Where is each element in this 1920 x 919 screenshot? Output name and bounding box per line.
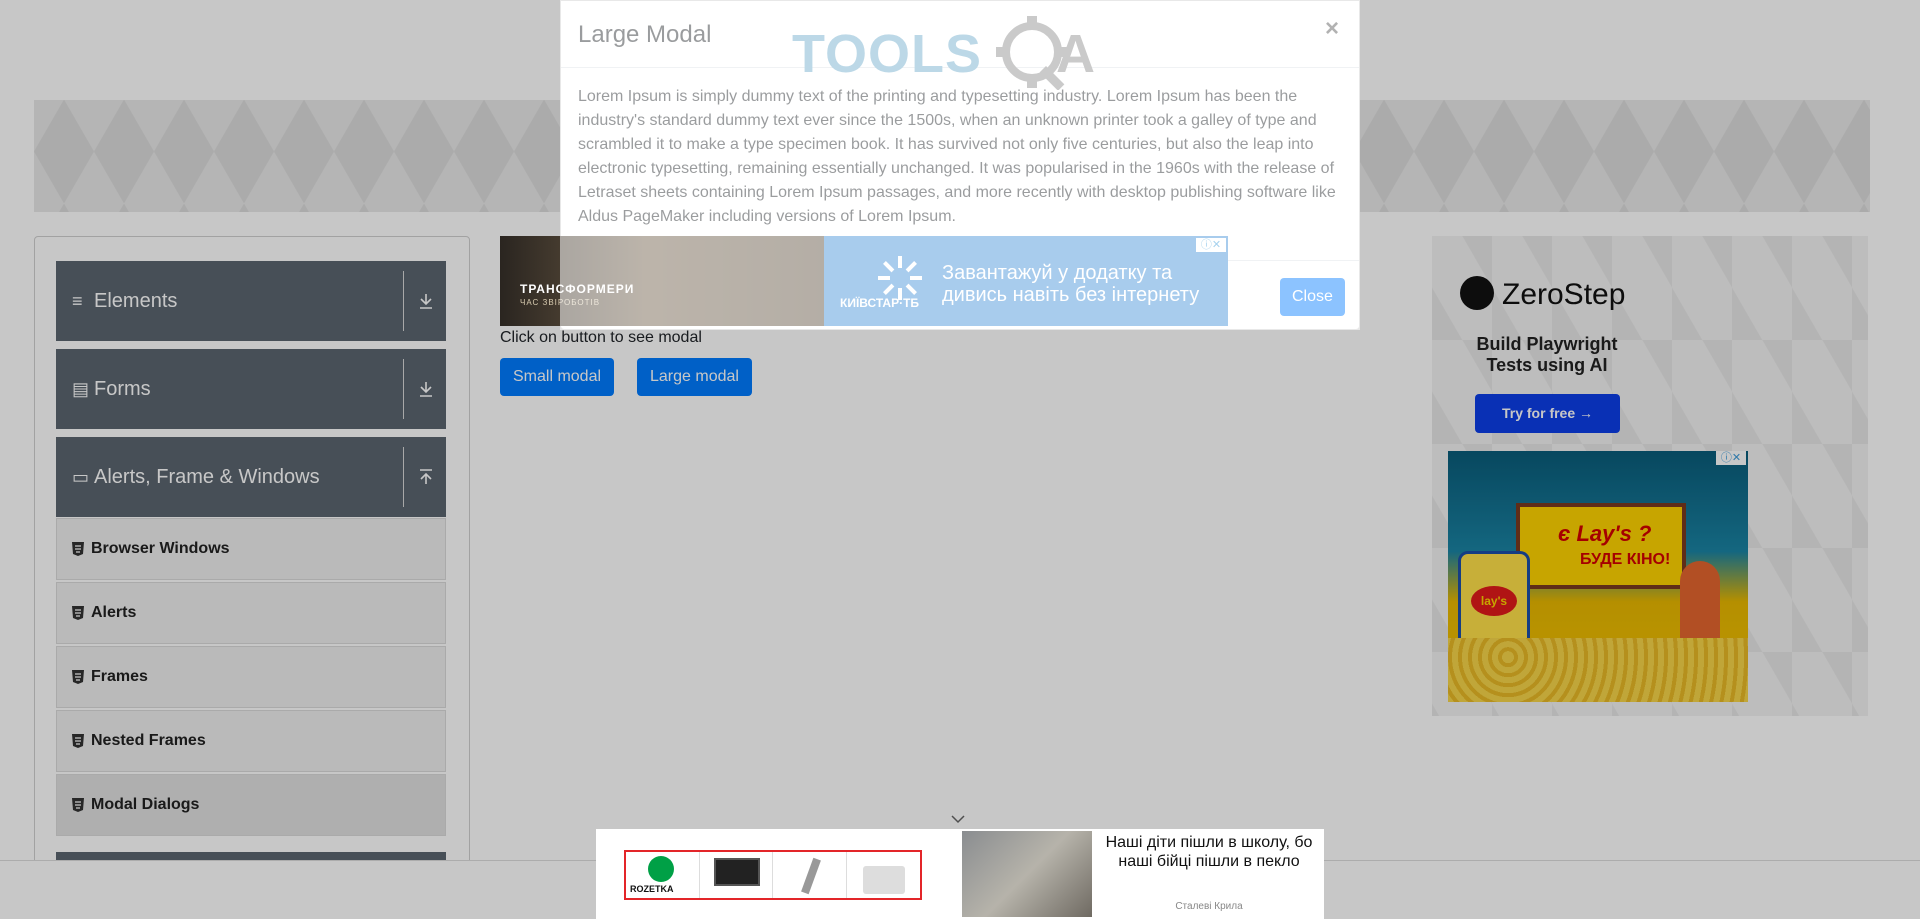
ad-headline: Завантажуй у додатку та дивись навіть бе… [942, 262, 1199, 306]
modal-body-text: Lorem Ipsum is simply dummy text of the … [578, 88, 1336, 225]
bottom-banner-ad[interactable]: ROZETKA Наші діти пішли в школу, бо наші… [596, 829, 1324, 919]
ad-brand-name: КИЇВСТАР·ТБ [840, 296, 920, 310]
ad-headline-line: дивись навіть без інтернету [942, 284, 1200, 306]
product-monitor [700, 852, 774, 898]
news-photo [962, 831, 1092, 917]
toolsqa-logo[interactable]: TOOLS A [792, 16, 1114, 90]
svg-text:A: A [1056, 24, 1095, 84]
top-banner-ad[interactable]: ТРАНСФОРМЕРИ ЧАС ЗВІРОБОТІВ КИЇВСТАР·ТБ … [500, 236, 1228, 326]
rozetka-name: ROZETKA [630, 884, 674, 894]
modal-title: Large Modal [578, 21, 712, 48]
ad-movie-title: ТРАНСФОРМЕРИ [520, 282, 635, 296]
monitor-image [713, 858, 760, 886]
rozetka-products[interactable]: ROZETKA [624, 850, 922, 900]
svg-text:TOOLS: TOOLS [792, 24, 982, 84]
rozetka-logo-cell: ROZETKA [626, 852, 700, 898]
ad-movie-panel: ТРАНСФОРМЕРИ ЧАС ЗВІРОБОТІВ [500, 236, 824, 326]
product-arm [773, 852, 847, 898]
news-source: Сталеві Крила [1175, 901, 1243, 912]
modal-close-icon[interactable]: × [1325, 17, 1339, 41]
close-button[interactable]: Close [1280, 278, 1345, 316]
ad-headline-line: Завантажуй у додатку та [942, 262, 1173, 284]
rozetka-logo-icon [648, 856, 674, 882]
ad-movie-subtitle: ЧАС ЗВІРОБОТІВ [520, 298, 601, 307]
ad-close-icon[interactable]: ⓘ✕ [1196, 238, 1226, 252]
news-headline: Наші діти пішли в школу, бо наші бійці п… [1105, 834, 1313, 870]
product-scale [847, 852, 920, 898]
monitor-arm-image [801, 857, 821, 895]
scale-image [862, 866, 905, 894]
